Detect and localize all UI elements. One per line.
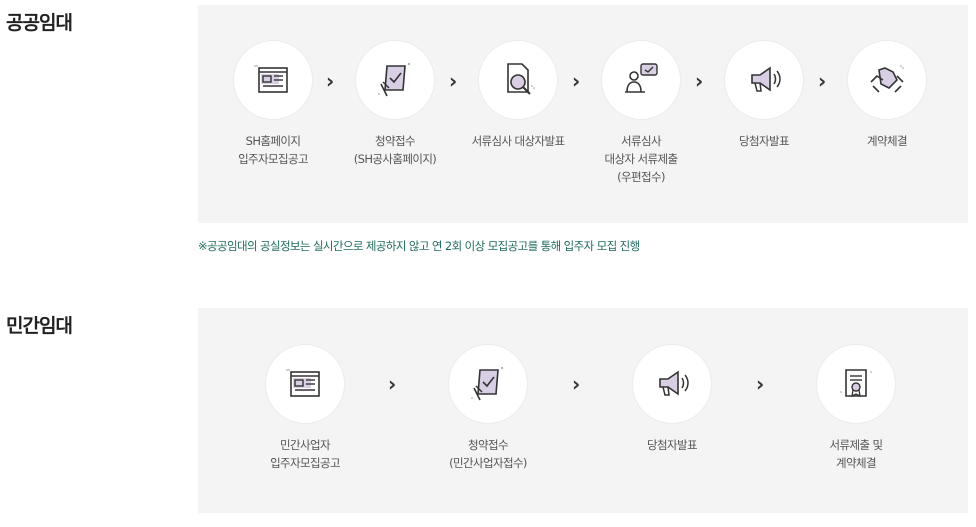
step-circle: [816, 344, 896, 424]
step-circle: [724, 40, 804, 120]
step-circle: [265, 344, 345, 424]
public-process-panel: SH홈페이지 입주자모집공고 › 청약접수 (SH공사홈페이지) › 서류심사: [198, 5, 968, 223]
step-circle: [632, 344, 712, 424]
contract-scroll-icon: [840, 369, 872, 398]
step-label: 청약접수 (민간사업자접수): [449, 438, 527, 470]
megaphone-icon: [659, 370, 689, 396]
private-step-notice: 민간사업자 입주자모집공고: [230, 344, 380, 472]
step-arrow: ›: [756, 372, 765, 396]
step-circle: [847, 40, 927, 120]
step-label: 민간사업자 입주자모집공고: [270, 438, 340, 470]
application-check-icon: [378, 63, 410, 97]
application-check-icon: [471, 367, 503, 401]
step-circle: [448, 344, 528, 424]
step-label: 당첨자발표: [647, 438, 698, 452]
step-label: 서류제출 및 계약체결: [829, 438, 884, 470]
private-step-application: 청약접수 (민간사업자접수): [413, 344, 563, 472]
step-label: 계약체결: [867, 134, 908, 148]
private-step-contract: 서류제출 및 계약체결: [781, 344, 931, 472]
public-step-contract: 계약체결: [812, 40, 962, 150]
step-arrow: ›: [388, 372, 397, 396]
step-arrow: ›: [572, 372, 581, 396]
step-circle: [233, 40, 313, 120]
section-title-private: 민간임대: [6, 315, 73, 337]
megaphone-icon: [751, 66, 781, 92]
public-notice-text: ※공공임대의 공실정보는 실시간으로 제공하지 않고 연 2회 이상 모집공고를…: [198, 239, 640, 253]
document-search-icon: [507, 63, 535, 95]
private-process-panel: 민간사업자 입주자모집공고 › 청약접수 (민간사업자접수) › 당첨자발표 ›…: [198, 308, 968, 513]
notice-document-icon: [286, 369, 320, 397]
step-circle: [478, 40, 558, 120]
person-chat-icon: [625, 63, 658, 93]
handshake-icon: [870, 65, 904, 93]
step-circle: [601, 40, 681, 120]
step-circle: [355, 40, 435, 120]
private-step-winner-announcement: 당첨자발표: [597, 344, 747, 454]
section-title-public: 공공임대: [6, 12, 73, 34]
notice-document-icon: [254, 65, 288, 93]
